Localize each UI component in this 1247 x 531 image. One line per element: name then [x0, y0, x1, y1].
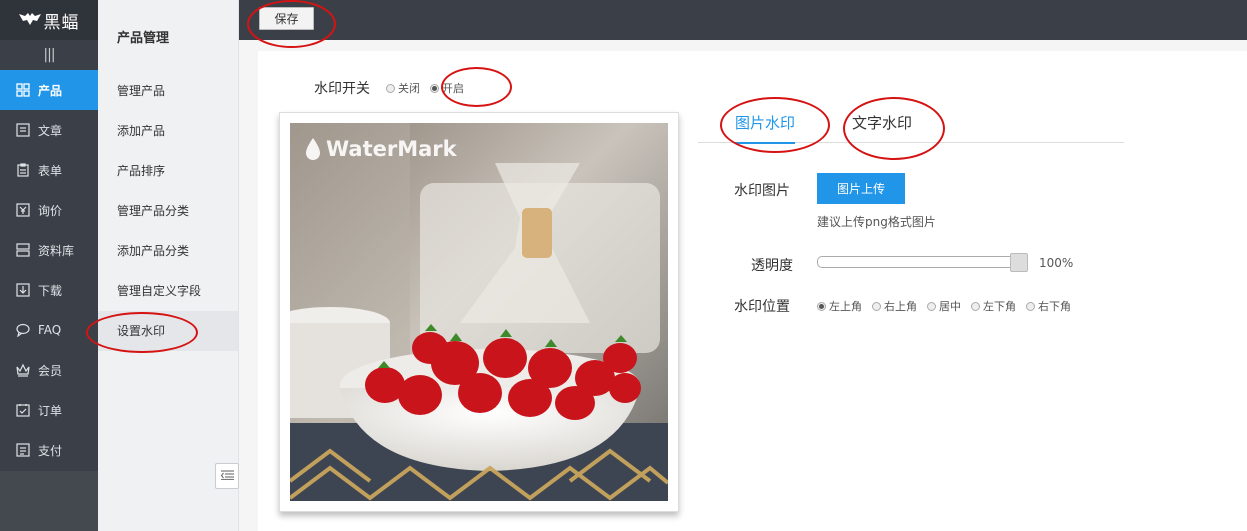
- radio-dot: [971, 301, 980, 311]
- tab-text-watermark[interactable]: 文字水印: [852, 112, 912, 142]
- grid-icon: [16, 83, 30, 97]
- payment-icon: [16, 443, 30, 457]
- drop-icon: [306, 138, 320, 160]
- submenu-item-manage-categories[interactable]: 管理产品分类: [98, 191, 238, 231]
- opacity-value: 100%: [1039, 256, 1074, 270]
- position-radio-top-right[interactable]: 右上角: [872, 298, 917, 314]
- position-radio-group: 左上角 右上角 居中 左下角 右下角: [817, 298, 1081, 314]
- sidebar-footer: [0, 471, 98, 531]
- radio-dot: [817, 301, 826, 311]
- nav-item-payment[interactable]: 支付: [0, 430, 98, 470]
- position-label: 水印位置: [734, 299, 790, 315]
- nav-item-label: 表单: [38, 163, 63, 178]
- watermark-switch-row: 水印开关 关闭 开启: [314, 78, 474, 98]
- nav-item-label: FAQ: [38, 323, 62, 337]
- nav-item-label: 产品: [38, 83, 63, 98]
- preview-photo: WaterMark: [290, 123, 668, 501]
- brand-name: 黑蝠: [43, 12, 80, 33]
- nav-item-label: 下载: [38, 283, 63, 298]
- nav-item-label: 支付: [38, 443, 63, 458]
- nav-item-download[interactable]: 下载: [0, 270, 98, 310]
- nav-item-label: 订单: [38, 403, 63, 418]
- radio-label: 关闭: [398, 82, 420, 95]
- nav-item-product[interactable]: 产品: [0, 70, 98, 110]
- submenu-item-custom-fields[interactable]: 管理自定义字段: [98, 271, 238, 311]
- radio-dot: [430, 83, 439, 93]
- nav-item-order[interactable]: 订单: [0, 390, 98, 430]
- watermark-preview-frame: WaterMark: [279, 112, 679, 512]
- top-toolbar: 保存: [239, 0, 1247, 40]
- submenu-item-watermark[interactable]: 设置水印: [98, 311, 238, 351]
- radio-label: 右下角: [1038, 300, 1071, 313]
- nav-item-label: 资料库: [38, 243, 75, 258]
- nav-item-inquiry[interactable]: 询价: [0, 190, 98, 230]
- order-icon: [16, 403, 30, 417]
- watermark-switch-label: 水印开关: [314, 81, 370, 97]
- upload-hint: 建议上传png格式图片: [817, 215, 936, 229]
- clipboard-icon: [16, 163, 30, 177]
- watermark-overlay: WaterMark: [304, 137, 457, 161]
- position-radio-bottom-left[interactable]: 左下角: [971, 298, 1016, 314]
- submenu-item-manage-products[interactable]: 管理产品: [98, 71, 238, 111]
- watermark-on-radio[interactable]: 开启: [430, 80, 464, 96]
- download-icon: [16, 283, 30, 297]
- nav-item-faq[interactable]: FAQ: [0, 310, 98, 350]
- watermark-off-radio[interactable]: 关闭: [386, 80, 420, 96]
- list-collapse-icon: [220, 469, 234, 483]
- tab-image-watermark[interactable]: 图片水印: [735, 112, 796, 144]
- nav-item-form[interactable]: 表单: [0, 150, 98, 190]
- radio-dot: [927, 301, 936, 311]
- watermark-type-tabs: 图片水印 文字水印: [698, 102, 1124, 144]
- opacity-label: 透明度: [751, 258, 793, 274]
- nav-item-label: 询价: [38, 203, 63, 218]
- submenu-collapse-button[interactable]: [215, 463, 239, 489]
- chat-icon: [16, 323, 30, 337]
- radio-label: 开启: [442, 82, 464, 95]
- nav-item-label: 文章: [38, 123, 63, 138]
- crown-icon: [16, 363, 30, 377]
- save-button[interactable]: 保存: [259, 7, 314, 30]
- radio-dot: [872, 301, 881, 311]
- nav-item-member[interactable]: 会员: [0, 350, 98, 390]
- watermark-image-label: 水印图片: [734, 183, 790, 199]
- watermark-settings-panel: 水印开关 关闭 开启 WaterMark 图片水印 文字水印 水印图片 图片上传…: [258, 51, 1247, 531]
- main-sidebar: 黑蝠 ||| 产品 文章 表单 询价 资料库 下载 FAQ 会员 订单 支付: [0, 0, 98, 531]
- submenu-item-add-product[interactable]: 添加产品: [98, 111, 238, 151]
- submenu-panel: 产品管理 管理产品 添加产品 产品排序 管理产品分类 添加产品分类 管理自定义字…: [98, 0, 239, 531]
- position-radio-bottom-right[interactable]: 右下角: [1026, 298, 1071, 314]
- radio-label: 右上角: [884, 300, 917, 313]
- radio-label: 居中: [939, 300, 961, 313]
- image-upload-button[interactable]: 图片上传: [817, 173, 905, 204]
- nav-item-library[interactable]: 资料库: [0, 230, 98, 270]
- nav-item-article[interactable]: 文章: [0, 110, 98, 150]
- position-radio-top-left[interactable]: 左上角: [817, 298, 862, 314]
- submenu-item-product-sort[interactable]: 产品排序: [98, 151, 238, 191]
- article-icon: [16, 123, 30, 137]
- radio-label: 左上角: [829, 300, 862, 313]
- yen-icon: [16, 203, 30, 217]
- position-radio-center[interactable]: 居中: [927, 298, 961, 314]
- submenu-item-add-category[interactable]: 添加产品分类: [98, 231, 238, 271]
- nav-item-label: 会员: [38, 363, 63, 378]
- logo[interactable]: 黑蝠: [0, 0, 98, 40]
- bat-logo-icon: [18, 11, 41, 30]
- watermark-text: WaterMark: [326, 137, 457, 161]
- opacity-slider-track[interactable]: [817, 256, 1020, 268]
- database-icon: [16, 243, 30, 257]
- radio-label: 左下角: [983, 300, 1016, 313]
- radio-dot: [386, 83, 395, 93]
- menu-collapse-handle[interactable]: |||: [0, 40, 98, 70]
- radio-dot: [1026, 301, 1035, 311]
- submenu-title: 产品管理: [117, 31, 170, 46]
- opacity-slider-handle[interactable]: [1010, 253, 1028, 272]
